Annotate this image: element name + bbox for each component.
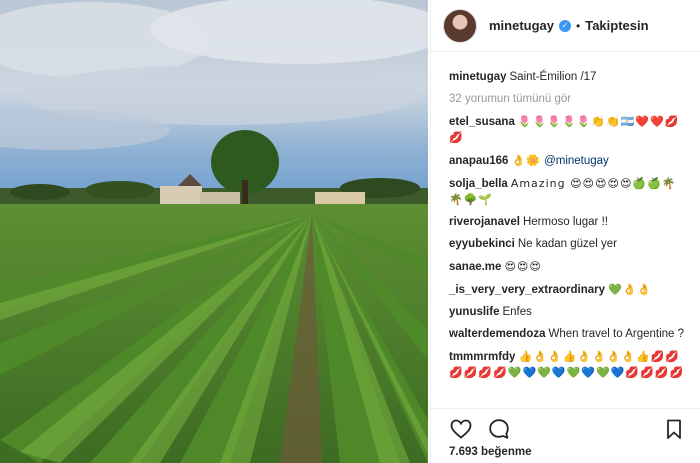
view-all-comments-link[interactable]: 32 yorumun tümünü gör — [449, 92, 688, 107]
bookmark-icon[interactable] — [662, 417, 686, 441]
header-username[interactable]: minetugay — [489, 18, 554, 33]
caption: minetugay Saint-Émilion /17 — [449, 70, 688, 85]
caption-text: Saint-Émilion /17 — [509, 71, 597, 83]
comment-text: When travel to Argentine ? — [548, 328, 685, 340]
comment-icon[interactable] — [487, 417, 511, 441]
avatar[interactable] — [443, 8, 477, 43]
post-actions — [431, 408, 700, 450]
comment-text: 😍😍😍 — [504, 260, 542, 273]
comment-username[interactable]: _is_very_very_extraordinary — [449, 284, 605, 296]
comment-username[interactable]: tmmmrmfdy — [449, 351, 515, 363]
post-header: minetugay ✓ • Takiptesin — [431, 0, 700, 52]
comment-text: Hermoso lugar !! — [522, 216, 608, 228]
comment-item: solja_bella Amazing 😍😍😍😍😍🍏🍏🌴🌴🌳🌱 — [449, 176, 688, 208]
comment-item: etel_susana 🌷🌷🌷🌷🌷👏👏🇦🇷❤️❤️💋💋 — [449, 114, 688, 146]
comment-text: 💚👌👌 — [608, 283, 653, 296]
comment-username[interactable]: eyyubekinci — [449, 238, 515, 250]
comment-item: eyyubekinci Ne kadan güzel yer — [449, 237, 688, 252]
comment-username[interactable]: walterdemendoza — [449, 328, 546, 340]
comment-mention[interactable]: @minetugay — [544, 155, 609, 167]
comment-item: sanae.me 😍😍😍 — [449, 259, 688, 275]
heart-icon[interactable] — [449, 417, 473, 441]
caption-username[interactable]: minetugay — [449, 71, 507, 83]
verified-badge-icon: ✓ — [559, 19, 572, 32]
comment-text: Enfes — [502, 306, 532, 318]
likes-count[interactable]: 7.693 beğenme — [449, 446, 531, 458]
comment-item: riverojanavel Hermoso lugar !! — [449, 215, 688, 230]
comment-username[interactable]: anapau166 — [449, 155, 508, 167]
comment-username[interactable]: solja_bella — [449, 178, 508, 190]
comment-username[interactable]: yunuslife — [449, 306, 499, 318]
following-button[interactable]: Takiptesin — [585, 18, 648, 33]
comment-text: Ne kadan güzel yer — [517, 238, 617, 250]
post-panel: minetugay ✓ • Takiptesin minetugay Saint-… — [430, 0, 700, 463]
comment-item: anapau166 👌🌼 @minetugay — [449, 153, 688, 169]
comment-username[interactable]: riverojanavel — [449, 216, 520, 228]
comment-username[interactable]: etel_susana — [449, 116, 515, 128]
comment-item: tmmmrmfdy 👍👌👌👍👌👌👌👌👍💋💋💋💋💋💋💚💙💚💙💚💙💚💙💋💋💋💋 — [449, 349, 688, 379]
comment-item: _is_very_very_extraordinary 💚👌👌 — [449, 282, 688, 298]
comment-item: walterdemendoza When travel to Argentine … — [449, 327, 688, 342]
comment-username[interactable]: sanae.me — [449, 261, 501, 273]
post-image[interactable] — [0, 0, 428, 463]
header-separator: • — [576, 18, 581, 33]
comment-item: yunuslife Enfes — [449, 305, 688, 320]
comment-emoji: 👌🌼 — [511, 154, 541, 167]
vineyard-photo — [0, 0, 428, 463]
comments-list: minetugay Saint-Émilion /17 32 yorumun tü… — [431, 52, 700, 379]
